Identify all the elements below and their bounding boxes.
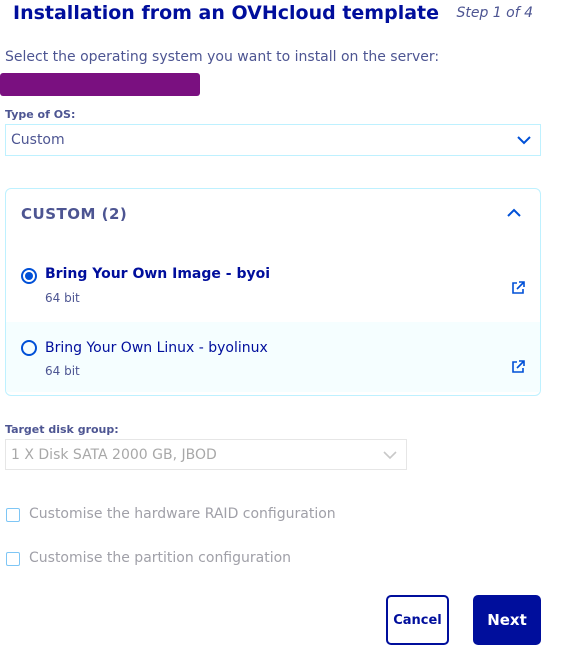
os-option-arch: 64 bit [45,291,80,305]
redacted-bar [0,73,200,96]
chevron-up-icon[interactable] [506,208,522,218]
step-indicator: Step 1 of 4 [456,5,533,21]
disk-group-value: 1 X Disk SATA 2000 GB, JBOD [11,446,217,463]
os-option-byolinux[interactable]: Bring Your Own Linux - byolinux 64 bit [6,322,540,392]
os-option-name: Bring Your Own Linux - byolinux [45,340,268,356]
chevron-down-icon [517,136,531,145]
custom-os-panel: CUSTOM (2) Bring Your Own Image - byoi 6… [5,188,541,396]
os-type-value: Custom [11,132,65,148]
disk-group-select[interactable]: 1 X Disk SATA 2000 GB, JBOD [5,439,407,470]
partition-checkbox[interactable] [6,552,20,566]
os-option-byoi[interactable]: Bring Your Own Image - byoi 64 bit [6,251,540,321]
page-title: Installation from an OVHcloud template [13,2,439,24]
raid-checkbox-label: Customise the hardware RAID configuratio… [29,506,336,522]
partition-checkbox-label: Customise the partition configuration [29,550,292,566]
os-type-label: Type of OS: [5,108,76,121]
external-link-icon[interactable] [511,281,525,295]
radio-button[interactable] [21,340,37,356]
intro-text: Select the operating system you want to … [5,49,440,65]
radio-button[interactable] [21,268,37,284]
external-link-icon[interactable] [511,360,525,374]
next-button[interactable]: Next [473,595,541,645]
os-option-name: Bring Your Own Image - byoi [45,266,271,282]
os-type-select[interactable]: Custom [5,124,541,156]
cancel-button[interactable]: Cancel [386,595,449,645]
chevron-down-icon [383,450,397,459]
os-option-arch: 64 bit [45,364,80,378]
disk-group-label: Target disk group: [5,423,119,436]
raid-checkbox[interactable] [6,508,20,522]
panel-title[interactable]: CUSTOM (2) [21,205,127,223]
